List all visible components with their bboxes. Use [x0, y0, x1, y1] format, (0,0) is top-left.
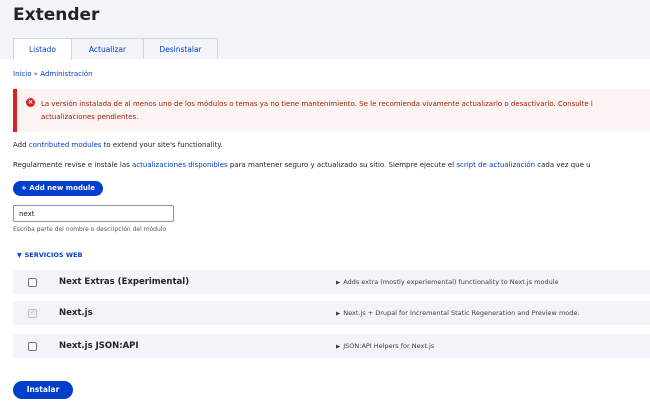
- triangle-right-icon: ▶: [336, 280, 341, 286]
- module-filter-input[interactable]: [13, 205, 174, 222]
- available-updates-link[interactable]: actualizaciones disponibles: [132, 161, 228, 169]
- intro-text: to extend your site's functionality.: [103, 141, 223, 149]
- pending-updates-link[interactable]: actualizaciones pendientes.: [41, 111, 650, 124]
- module-description: JSON:API Helpers for Next.js: [343, 342, 435, 350]
- intro-updates: Regularmente revise e instale las actual…: [13, 161, 591, 169]
- breadcrumb-home-link[interactable]: Inicio: [13, 70, 32, 78]
- filter-help-text: Escriba parte del nombre o descripción d…: [13, 226, 167, 233]
- install-button[interactable]: Instalar: [13, 381, 73, 399]
- group-toggle-servicios-web[interactable]: ▼ SERVICIOS WEB: [17, 251, 82, 259]
- module-description-toggle[interactable]: ▶ Next.js + Drupal for Incremental Static…: [336, 309, 579, 317]
- module-description-toggle[interactable]: ▶ Adds extra (mostly experiemental) funct…: [336, 278, 559, 286]
- module-name[interactable]: Next Extras (Experimental): [59, 277, 189, 287]
- module-row: Next.js JSON:API ▶ JSON:API Helpers for N…: [13, 334, 650, 359]
- caret-down-icon: ▼: [17, 252, 22, 259]
- intro-text: para mantener seguro y actualizado su si…: [229, 161, 455, 169]
- module-description: Adds extra (mostly experiemental) functi…: [343, 278, 559, 286]
- module-row: Next Extras (Experimental) ▶ Adds extra (…: [13, 270, 650, 295]
- error-message-line1: La versión instalada de al menos uno de …: [41, 100, 593, 108]
- error-message-text: La versión instalada de al menos uno de …: [41, 98, 650, 124]
- module-checkbox[interactable]: [28, 342, 37, 351]
- breadcrumb-separator: »: [33, 70, 39, 78]
- triangle-right-icon: ▶: [336, 311, 341, 317]
- breadcrumb: Inicio » Administración: [13, 70, 93, 78]
- module-name[interactable]: Next.js: [59, 308, 93, 318]
- intro-contributed: Add contributed modules to extend your s…: [13, 141, 223, 149]
- update-script-link[interactable]: script de actualización: [456, 161, 535, 169]
- module-description-toggle[interactable]: ▶ JSON:API Helpers for Next.js: [336, 342, 434, 350]
- tab-listado[interactable]: Listado: [13, 38, 72, 60]
- breadcrumb-admin-link[interactable]: Administración: [40, 70, 92, 78]
- module-checkbox: [28, 308, 37, 318]
- module-name[interactable]: Next.js JSON:API: [59, 341, 139, 351]
- tab-actualizar[interactable]: Actualizar: [71, 38, 144, 59]
- error-message: × La versión instalada de al menos uno d…: [13, 89, 650, 132]
- module-description: Next.js + Drupal for Incremental Static …: [343, 309, 580, 317]
- tab-desinstalar[interactable]: Desinstalar: [143, 38, 218, 59]
- contributed-modules-link[interactable]: contributed modules: [29, 141, 102, 149]
- intro-text: cada vez que u: [537, 161, 591, 169]
- intro-text: Add: [13, 141, 27, 149]
- group-label: SERVICIOS WEB: [24, 251, 83, 259]
- error-icon: ×: [26, 98, 35, 107]
- module-row: Next.js ▶Next.js + Drupal for Incrementa…: [13, 301, 650, 326]
- add-new-module-button[interactable]: + Add new module: [13, 181, 103, 196]
- triangle-right-icon: ▶: [336, 344, 341, 350]
- page-header: Extender Listado Actualizar Desinstalar: [0, 0, 650, 60]
- page-title: Extender: [13, 5, 100, 25]
- primary-tabs: Listado Actualizar Desinstalar: [13, 38, 218, 60]
- intro-text: Regularmente revise e instale las: [13, 161, 130, 169]
- module-checkbox[interactable]: [28, 278, 37, 287]
